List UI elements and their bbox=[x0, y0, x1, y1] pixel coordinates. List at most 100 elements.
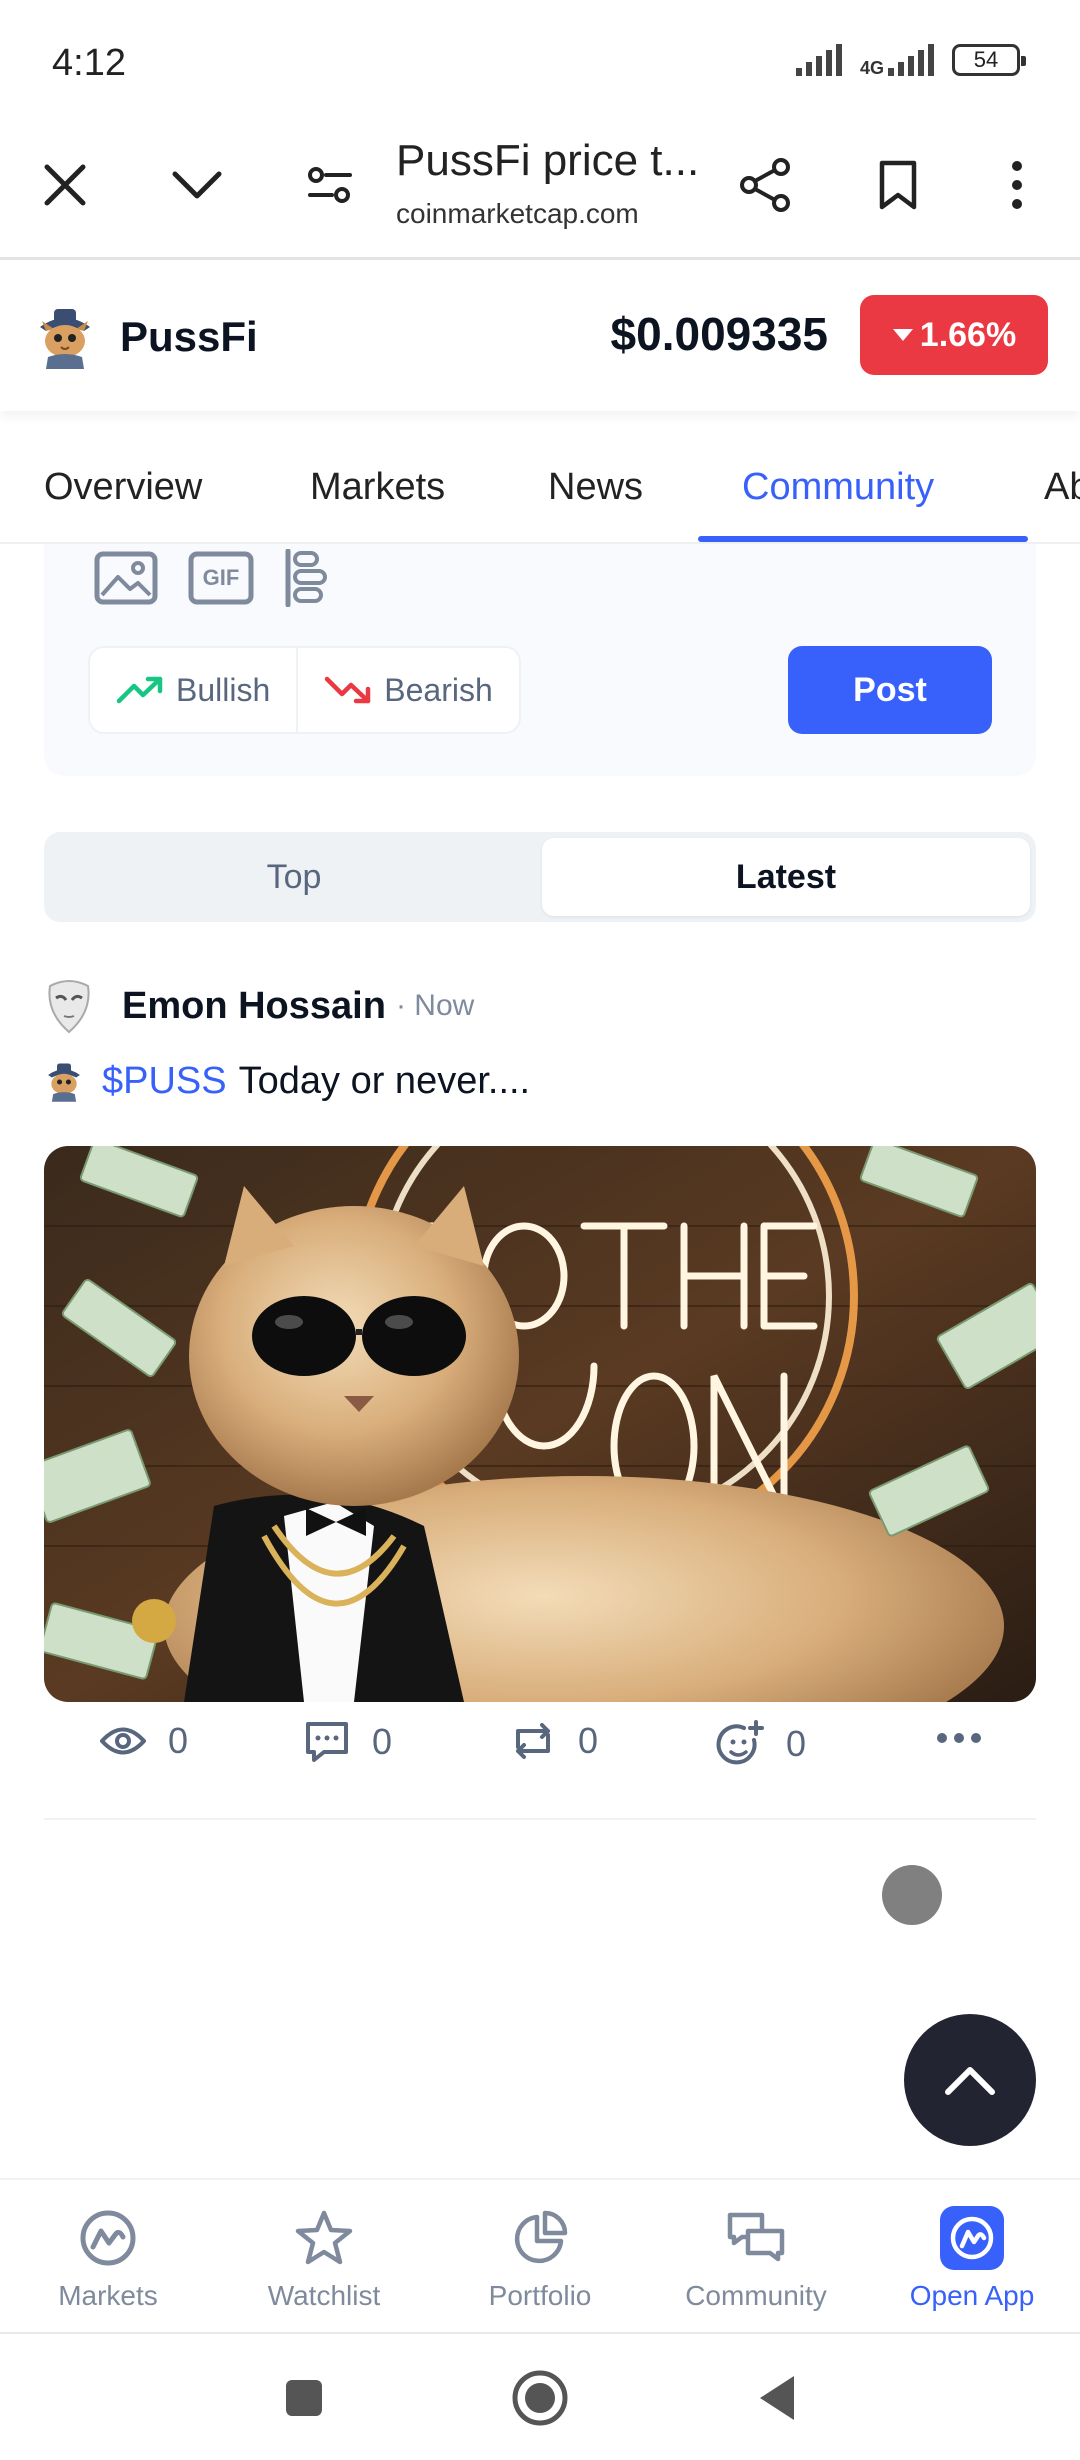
minimize-button[interactable] bbox=[162, 150, 232, 220]
comments-count: 0 bbox=[372, 1721, 393, 1762]
more-menu-button[interactable] bbox=[982, 150, 1052, 220]
back-button[interactable] bbox=[746, 2366, 810, 2430]
recent-apps-button[interactable] bbox=[272, 2366, 336, 2430]
browser-toolbar: PussFi price t... coinmarketcap.com bbox=[0, 120, 1080, 260]
comment-icon bbox=[306, 1722, 348, 1762]
share-icon bbox=[740, 158, 790, 212]
active-tab-indicator bbox=[698, 536, 1028, 542]
react-button[interactable]: 0 bbox=[716, 1720, 806, 1768]
coin-header: PussFi $0.009335 1.66% bbox=[0, 263, 1080, 411]
feed-latest-tab[interactable]: Latest bbox=[542, 838, 1030, 916]
coin-name: PussFi bbox=[120, 313, 258, 360]
loading-indicator bbox=[882, 1865, 942, 1925]
bookmark-icon bbox=[879, 160, 917, 210]
nav-markets[interactable]: Markets bbox=[8, 2206, 208, 2312]
image-icon bbox=[94, 551, 158, 605]
eye-icon bbox=[100, 1727, 146, 1755]
pussfi-logo-icon bbox=[40, 309, 90, 369]
post-author-name[interactable]: Emon Hossain bbox=[122, 985, 386, 1028]
battery-indicator: 54 bbox=[952, 44, 1026, 76]
signal-icon-2 bbox=[888, 44, 934, 76]
avatar[interactable] bbox=[44, 978, 94, 1034]
post-header: Emon Hossain · Now bbox=[44, 976, 1036, 1036]
poll-icon bbox=[285, 549, 327, 607]
post-text-body: Today or never.... bbox=[238, 1060, 531, 1102]
cashtag-link[interactable]: $PUSS bbox=[102, 1060, 227, 1103]
nav-portfolio[interactable]: Portfolio bbox=[440, 2206, 640, 2312]
battery-level: 54 bbox=[973, 47, 999, 72]
nav-markets-label: Markets bbox=[58, 2280, 158, 2311]
square-icon bbox=[286, 2380, 322, 2416]
post-button[interactable]: Post bbox=[788, 646, 992, 734]
page-url[interactable]: coinmarketcap.com bbox=[396, 198, 639, 230]
add-gif-button[interactable]: GIF bbox=[188, 548, 254, 608]
tune-icon bbox=[308, 167, 352, 203]
caret-down-icon bbox=[892, 329, 913, 341]
add-poll-button[interactable] bbox=[284, 548, 328, 608]
chat-bubbles-icon bbox=[724, 2206, 788, 2270]
add-image-button[interactable] bbox=[94, 548, 158, 608]
bearish-button[interactable]: Bearish bbox=[296, 648, 519, 732]
bullish-button[interactable]: Bullish bbox=[90, 648, 296, 732]
chevron-up-icon bbox=[945, 2067, 995, 2095]
more-vertical-icon bbox=[1012, 161, 1022, 209]
nav-community-label: Community bbox=[685, 2280, 827, 2311]
home-circle-icon bbox=[512, 2370, 568, 2426]
sentiment-selector: Bullish Bearish bbox=[88, 646, 521, 734]
feed-top-tab[interactable]: Top bbox=[50, 838, 538, 916]
post-divider bbox=[44, 1818, 1036, 1820]
nav-community[interactable]: Community bbox=[656, 2206, 856, 2312]
tab-news[interactable]: News bbox=[548, 466, 643, 509]
pussfi-logo-icon bbox=[48, 1063, 80, 1102]
markets-icon bbox=[76, 2206, 140, 2270]
add-reaction-icon bbox=[716, 1720, 764, 1765]
post-text: $PUSS Today or never.... bbox=[44, 1060, 530, 1103]
page-info-button[interactable] bbox=[295, 150, 365, 220]
nav-open-app[interactable]: Open App bbox=[872, 2206, 1072, 2312]
trend-up-icon bbox=[116, 676, 163, 704]
network-type: 4G bbox=[859, 58, 884, 78]
coin-price: $0.009335 bbox=[610, 308, 828, 360]
tab-about[interactable]: Ab bbox=[1044, 466, 1080, 509]
repost-count: 0 bbox=[578, 1720, 599, 1761]
app-bottom-nav: Markets Watchlist Portfolio Community Op… bbox=[0, 2178, 1080, 2332]
post-timestamp: · Now bbox=[395, 989, 475, 1022]
bullish-label: Bullish bbox=[176, 671, 271, 708]
price-change-badge: 1.66% bbox=[860, 295, 1048, 375]
page-title[interactable]: PussFi price t... bbox=[396, 136, 699, 186]
price-change-value: 1.66% bbox=[919, 315, 1017, 354]
scroll-to-top-button[interactable] bbox=[904, 2014, 1036, 2146]
tab-markets[interactable]: Markets bbox=[310, 466, 445, 509]
pie-chart-icon bbox=[508, 2206, 572, 2270]
post-image[interactable] bbox=[44, 1146, 1036, 1702]
repost-icon bbox=[516, 1723, 550, 1759]
tab-overview[interactable]: Overview bbox=[44, 466, 202, 509]
nav-portfolio-label: Portfolio bbox=[488, 2280, 592, 2311]
post-composer: GIF Bullish Bearish Post bbox=[44, 544, 1036, 776]
status-icons: 4G 54 bbox=[795, 44, 1026, 78]
cmc-app-icon bbox=[940, 2206, 1004, 2270]
chevron-down-icon bbox=[172, 171, 222, 199]
repost-button[interactable]: 0 bbox=[510, 1720, 598, 1762]
gif-label: GIF bbox=[202, 565, 240, 590]
nav-watchlist[interactable]: Watchlist bbox=[224, 2206, 424, 2312]
nav-open-app-label: Open App bbox=[909, 2280, 1035, 2311]
post-more-button[interactable] bbox=[936, 1732, 982, 1744]
more-horizontal-icon bbox=[937, 1733, 981, 1743]
feed-sort-toggle: Top Latest bbox=[44, 832, 1036, 922]
home-button[interactable] bbox=[508, 2366, 572, 2430]
reaction-count: 0 bbox=[786, 1723, 807, 1764]
views-stat: 0 bbox=[100, 1720, 188, 1762]
network-indicator: 4G bbox=[859, 44, 938, 78]
share-button[interactable] bbox=[730, 150, 800, 220]
close-tab-button[interactable] bbox=[30, 150, 100, 220]
tab-community[interactable]: Community bbox=[742, 466, 934, 509]
nav-watchlist-label: Watchlist bbox=[267, 2280, 381, 2311]
comments-button[interactable]: 0 bbox=[304, 1720, 392, 1764]
star-icon bbox=[292, 2206, 356, 2270]
close-icon bbox=[44, 164, 86, 206]
views-count: 0 bbox=[168, 1720, 189, 1761]
bookmark-button[interactable] bbox=[863, 150, 933, 220]
status-bar: 4:12 4G 54 bbox=[0, 0, 1080, 120]
signal-icon bbox=[795, 44, 842, 76]
